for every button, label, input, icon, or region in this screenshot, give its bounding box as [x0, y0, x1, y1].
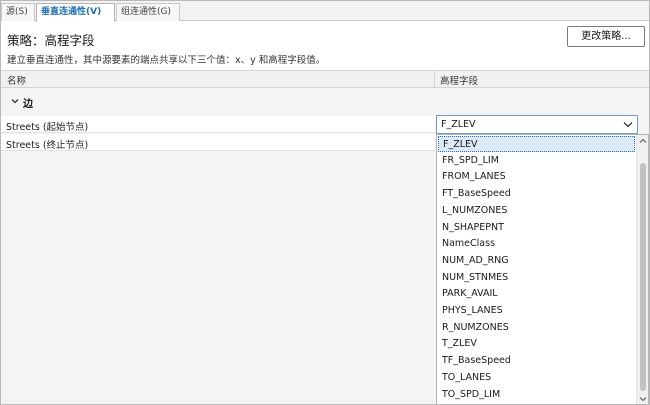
tab-vertical-connectivity[interactable]: 垂直连通性(V) [36, 3, 115, 22]
dropdown-option[interactable]: TF_BaseSpeed [437, 353, 636, 369]
column-header-elevation-field[interactable]: 高程字段 [440, 73, 478, 87]
dropdown-option[interactable]: FR_SPD_LIM [437, 153, 636, 169]
column-header-name[interactable]: 名称 [7, 73, 26, 87]
policy-description: 建立垂直连通性，其中源要素的端点共享以下三个值：x、y 和高程字段值。 [7, 55, 326, 66]
chevron-down-icon[interactable] [620, 117, 636, 132]
scroll-down-arrow-icon[interactable] [637, 393, 649, 405]
policy-title: 策略：高程字段 [7, 33, 95, 48]
dropdown-option[interactable]: NUM_AD_RNG [437, 253, 636, 269]
row-label: Streets (起始节点) [6, 122, 89, 133]
table-row-start-node[interactable]: Streets (起始节点) [1, 116, 435, 133]
dropdown-option[interactable]: FT_BaseSpeed [437, 186, 636, 202]
dropdown-option[interactable]: T_ZLEV [437, 336, 636, 352]
dropdown-option[interactable]: FROM_LANES [437, 169, 636, 185]
tab-group-connectivity[interactable]: 组连通性(G) [116, 3, 180, 21]
tab-source[interactable]: 源(S) [1, 3, 35, 21]
dropdown-option[interactable]: PHYS_LANES [437, 303, 636, 319]
dropdown-option[interactable]: L_NUMZONES [437, 203, 636, 219]
column-divider[interactable] [434, 71, 435, 88]
dropdown-option[interactable]: R_NUMZONES [437, 320, 636, 336]
dropdown-option[interactable]: NUM_STNMES [437, 270, 636, 286]
table-header: 名称 高程字段 [1, 70, 649, 88]
dropdown-option[interactable]: TO_LANES [437, 370, 636, 386]
dropdown-option[interactable]: PARK_AVAIL [437, 286, 636, 302]
dropdown-option[interactable]: F_ZLEV [438, 136, 635, 152]
combobox-value: F_ZLEV [441, 119, 476, 130]
scroll-up-arrow-icon[interactable] [637, 135, 649, 147]
table-row-end-node[interactable]: Streets (终止节点) [1, 134, 435, 151]
vertical-connectivity-panel: 源(S) 垂直连通性(V) 组连通性(G) 策略：高程字段 更改策略... 建立… [0, 0, 650, 405]
scrollbar-thumb[interactable] [640, 163, 646, 391]
dropdown-option[interactable]: NameClass [437, 236, 636, 252]
dropdown-option[interactable]: N_SHAPEPNT [437, 220, 636, 236]
elevation-field-combobox[interactable]: F_ZLEV [436, 115, 638, 134]
dropdown-option[interactable]: TO_SPD_LIM [437, 387, 636, 403]
elevation-field-dropdown-list[interactable]: F_ZLEV FR_SPD_LIM FROM_LANES FT_BaseSpeed L_… [436, 134, 649, 405]
group-row-edges[interactable]: 边 [1, 91, 649, 113]
chevron-down-icon[interactable] [10, 96, 20, 106]
row-label: Streets (终止节点) [6, 140, 89, 151]
dropdown-scrollbar[interactable] [636, 135, 649, 405]
tab-bar: 源(S) 垂直连通性(V) 组连通性(G) [1, 1, 649, 22]
change-policy-button[interactable]: 更改策略... [567, 26, 645, 47]
group-label: 边 [23, 99, 33, 110]
